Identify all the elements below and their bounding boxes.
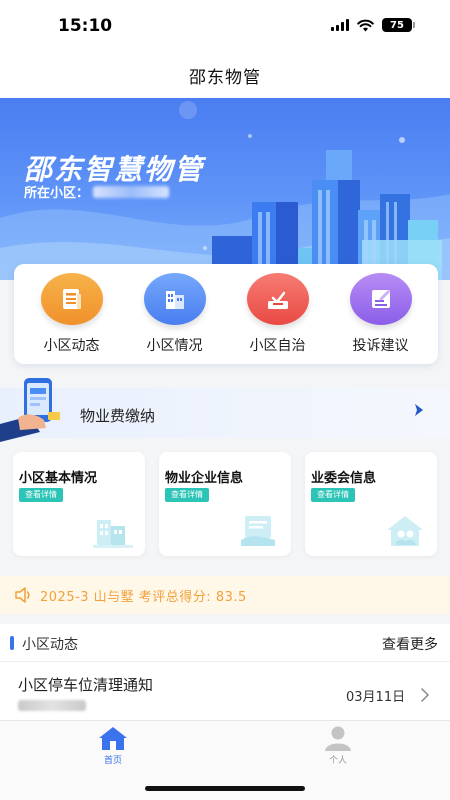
quick-action-community-status[interactable]: 小区情况	[127, 273, 223, 355]
community-line: 所在小区：	[24, 182, 170, 201]
quick-action-community-news[interactable]: 小区动态	[24, 273, 120, 355]
nav-bar: 邵东物管	[0, 52, 450, 98]
evaluation-notice-bar[interactable]: 2025-3 山与墅 考评总得分: 83.5	[0, 576, 450, 614]
community-name-redacted	[93, 185, 170, 198]
news-item-title: 小区停车位清理通知	[18, 676, 154, 694]
quick-action-label: 小区自治	[249, 338, 306, 354]
quick-action-label: 小区动态	[43, 338, 100, 354]
phone-payment-illustration	[0, 378, 60, 442]
community-basic-info-card[interactable]: 小区基本情况 查看详情	[13, 452, 145, 556]
document-hand-icon	[241, 516, 275, 546]
house-people-icon	[387, 516, 423, 546]
battery-icon: 75	[382, 18, 415, 32]
status-icons: 75	[331, 18, 415, 32]
tab-label: 个人	[328, 756, 347, 766]
evaluation-score-text: 2025-3 山与墅 考评总得分: 83.5	[40, 589, 247, 605]
chevron-right-icon[interactable]	[411, 402, 427, 418]
building-icon	[93, 520, 133, 548]
quick-actions-card: 小区动态 小区情况 小区自治 投诉建议	[14, 264, 438, 364]
quick-action-label: 投诉建议	[352, 338, 409, 354]
card-title: 物业企业信息	[165, 471, 244, 486]
status-time: 15:10	[58, 16, 113, 36]
section-marker	[10, 636, 14, 650]
quick-action-complaints[interactable]: 投诉建议	[333, 273, 429, 355]
view-details-tag[interactable]: 查看详情	[19, 488, 63, 502]
status-bar: 15:10 75	[0, 0, 450, 52]
card-title: 小区基本情况	[19, 471, 98, 486]
view-more-link[interactable]: 查看更多	[382, 634, 438, 654]
owners-committee-info-card[interactable]: 业委会信息 查看详情	[305, 452, 437, 556]
tab-label: 首页	[103, 756, 122, 766]
news-list-item[interactable]: 小区停车位清理通知 03月11日	[0, 662, 450, 720]
view-details-tag[interactable]: 查看详情	[311, 488, 355, 502]
community-news-header: 小区动态 查看更多	[0, 624, 450, 662]
battery-level: 75	[390, 19, 404, 31]
hero-banner: 邵东智慧物管 所在小区：	[0, 98, 450, 280]
news-item-source-redacted	[18, 700, 86, 711]
community-label: 所在小区：	[24, 186, 90, 201]
view-details-tag[interactable]: 查看详情	[165, 488, 209, 502]
quick-action-label: 小区情况	[146, 338, 203, 354]
page-title: 邵东物管	[189, 67, 261, 88]
home-indicator	[145, 786, 305, 791]
edit-note-icon	[349, 273, 412, 325]
section-title: 小区动态	[22, 637, 78, 653]
property-company-info-card[interactable]: 物业企业信息 查看详情	[159, 452, 291, 556]
building-icon	[143, 273, 206, 325]
quick-action-self-governance[interactable]: 小区自治	[230, 273, 326, 355]
property-fee-label: 物业费缴纳	[80, 407, 156, 425]
signal-icon	[331, 19, 349, 31]
person-icon	[325, 726, 351, 751]
news-item-date: 03月11日	[346, 690, 406, 705]
vote-box-icon	[246, 273, 309, 325]
wifi-icon	[357, 19, 374, 32]
chevron-right-icon	[421, 688, 430, 702]
card-title: 业委会信息	[311, 471, 377, 486]
tab-profile[interactable]: 个人	[298, 725, 378, 771]
tab-home[interactable]: 首页	[73, 725, 153, 771]
city-buildings-illustration	[212, 150, 442, 280]
speaker-icon	[15, 587, 30, 603]
newspaper-icon	[40, 273, 103, 325]
home-icon	[99, 727, 127, 750]
